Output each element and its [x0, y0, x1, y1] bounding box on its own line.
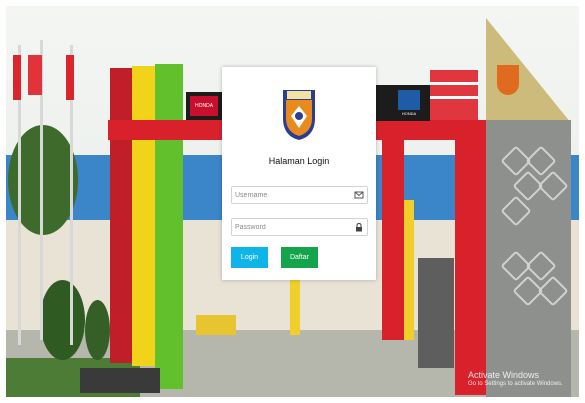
lock-icon: [356, 222, 362, 232]
arch-pillar-inner: [382, 140, 404, 340]
flag: [13, 55, 21, 100]
arch-pillar-right: [455, 120, 490, 395]
flag: [66, 55, 74, 100]
honda-sign-right: HONDA: [376, 85, 430, 121]
pillar-green: [155, 64, 183, 389]
school-logo-icon: [283, 90, 315, 140]
daftar-button[interactable]: Daftar: [281, 247, 318, 268]
tower-emblem: [497, 65, 519, 95]
page-title: Halaman Login: [268, 156, 330, 166]
pillar-small: [404, 200, 414, 340]
password-field[interactable]: [231, 218, 368, 236]
stripe: [430, 96, 478, 99]
envelope-icon: [354, 191, 364, 199]
gate-fence: [418, 258, 454, 368]
flag: [28, 55, 42, 95]
login-button[interactable]: Login: [231, 247, 268, 268]
watermark-title: Activate Windows: [468, 370, 540, 380]
sign-text: HONDA: [401, 111, 417, 116]
login-card: Halaman Login Login Daftar: [222, 67, 376, 280]
password-input[interactable]: [235, 219, 353, 235]
stripe: [430, 82, 478, 85]
planter: [80, 368, 160, 393]
sign-text: HONDA: [190, 96, 218, 116]
watermark-subtitle: Go to Settings to activate Windows.: [468, 381, 563, 387]
red-panel: [430, 70, 478, 120]
pillar-small: [290, 280, 300, 335]
username-input[interactable]: [235, 187, 353, 203]
activate-windows-watermark: Activate Windows Go to Settings to activ…: [468, 370, 563, 387]
username-field[interactable]: [231, 186, 368, 204]
tree: [85, 300, 110, 360]
planter-decor: [196, 315, 236, 335]
honda-sign-left: HONDA: [186, 92, 222, 120]
tree: [40, 280, 85, 360]
